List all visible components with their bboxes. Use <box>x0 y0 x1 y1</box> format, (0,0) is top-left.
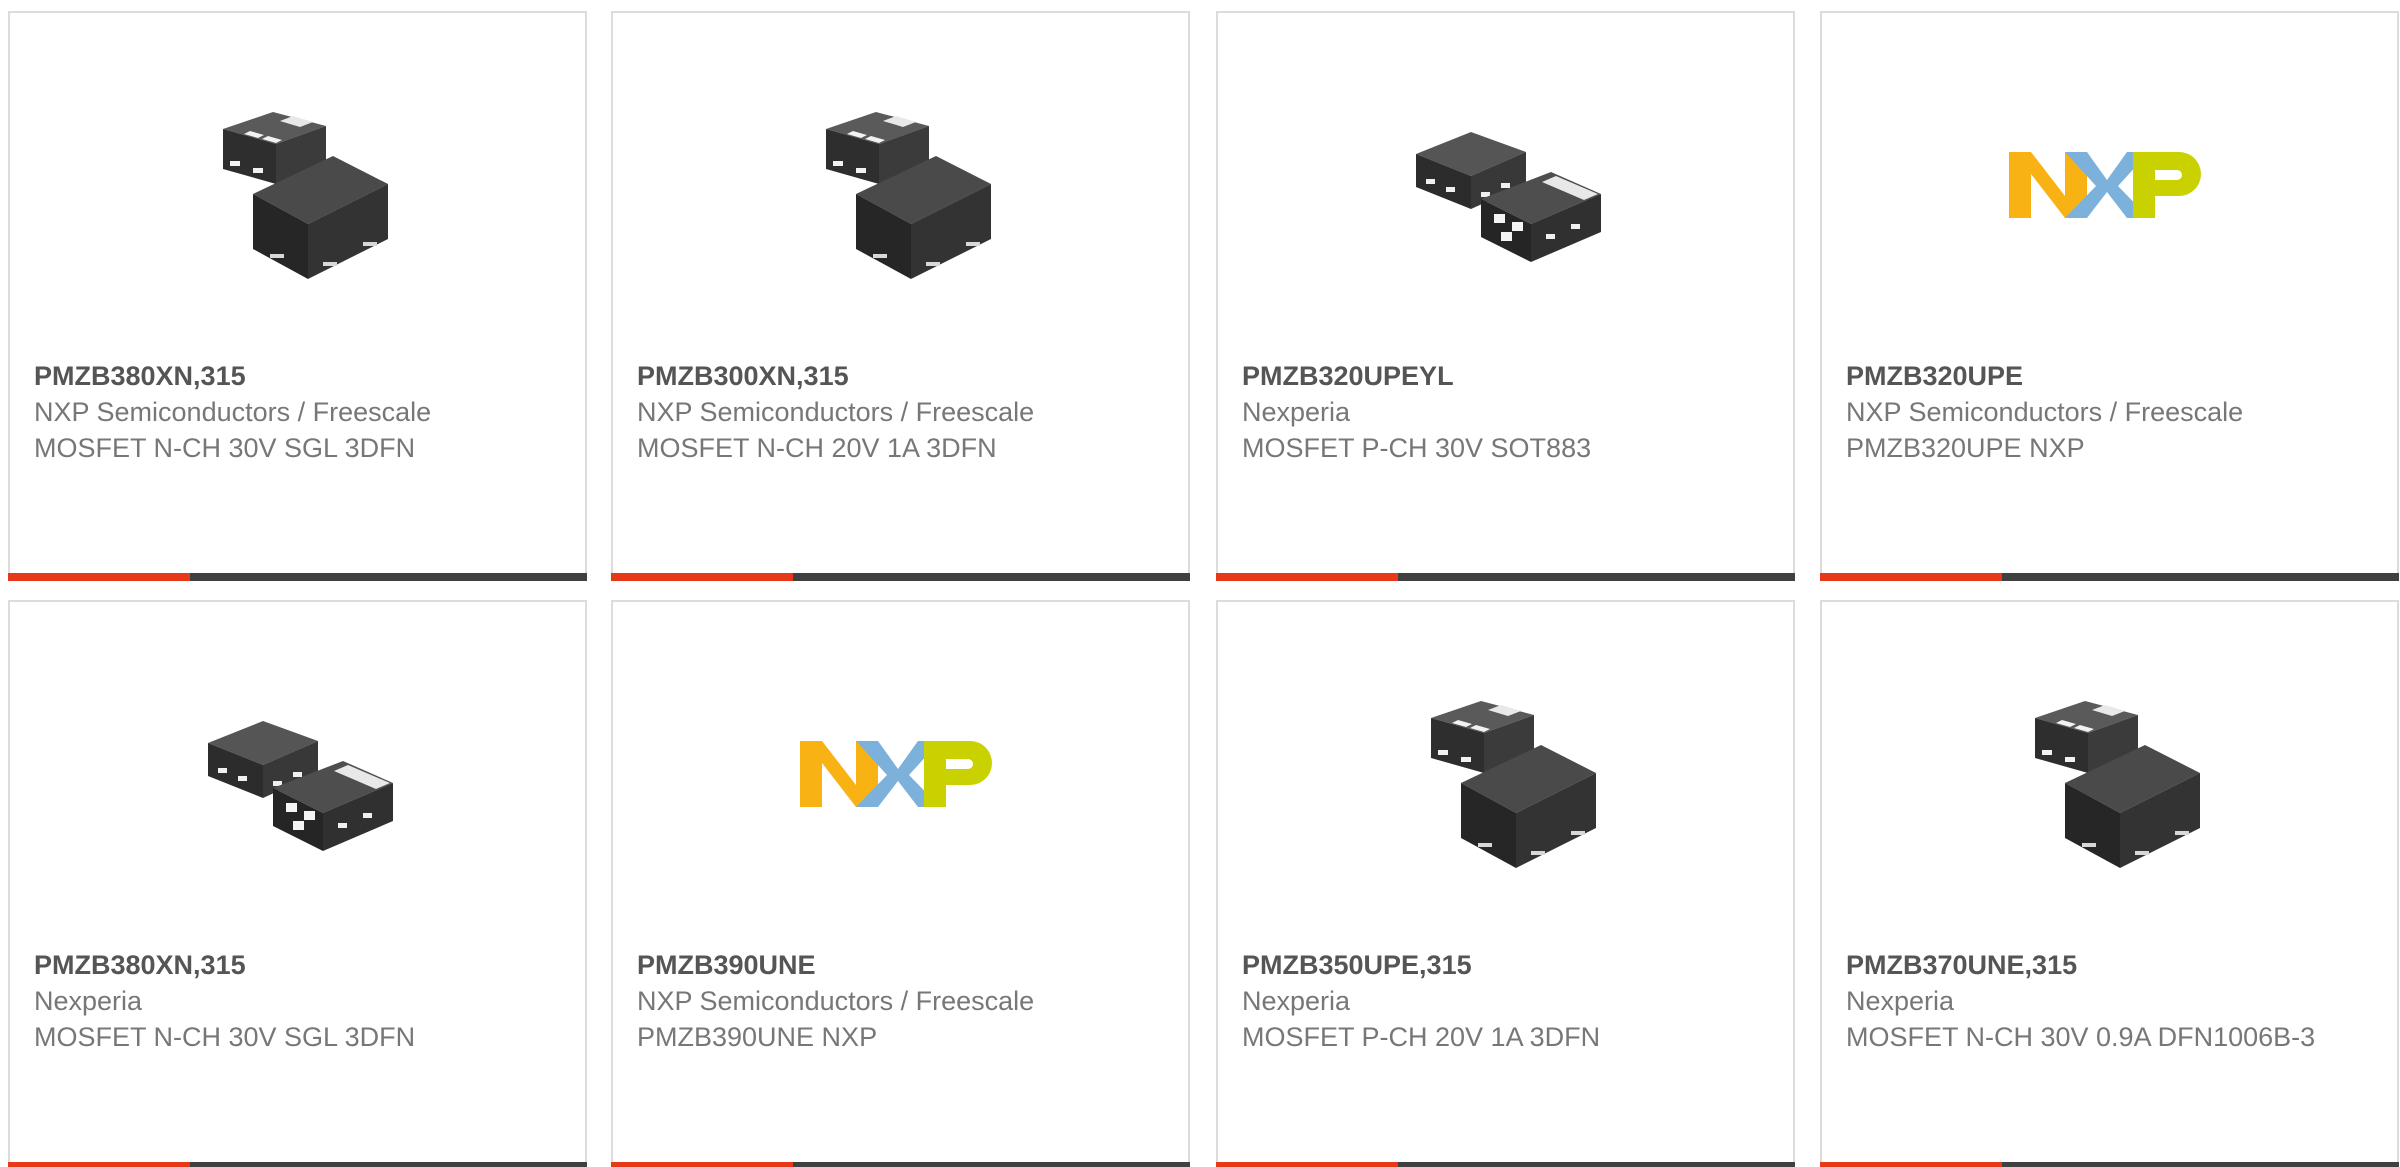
description: MOSFET P-CH 20V 1A 3DFN <box>1242 1022 1601 1052</box>
product-card[interactable]: PMZB380XN,315 Nexperia MOSFET N-CH 30V SGL… <box>8 600 587 1167</box>
description: PMZB320UPE NXP <box>1846 433 2085 463</box>
nxp-logo <box>2007 144 2213 224</box>
product-image[interactable] <box>10 670 585 876</box>
part-number[interactable]: PMZB300XN,315 <box>637 358 1164 394</box>
chip-package-icon <box>198 84 398 284</box>
product-grid: PMZB380XN,315 NXP Semiconductors / Freesc… <box>0 0 2400 1167</box>
product-card[interactable]: PMZB320UPE NXP Semiconductors / Freescale… <box>1820 11 2399 581</box>
card-accent-bar <box>1820 573 2003 581</box>
product-info: PMZB300XN,315 NXP Semiconductors / Freesc… <box>637 358 1164 466</box>
card-accent-bar <box>611 573 794 581</box>
product-image[interactable] <box>613 81 1188 287</box>
card-accent-bar <box>611 1162 794 1167</box>
nxp-logo <box>798 733 1004 813</box>
product-card[interactable]: PMZB390UNE NXP Semiconductors / Freescale… <box>611 600 1190 1167</box>
product-image[interactable] <box>1822 81 2397 287</box>
card-bottom-bar <box>611 573 1190 581</box>
card-accent-bar <box>1820 1162 2003 1167</box>
manufacturer: Nexperia <box>1242 397 1351 427</box>
product-card[interactable]: PMZB300XN,315 NXP Semiconductors / Freesc… <box>611 11 1190 581</box>
card-accent-bar <box>1216 573 1399 581</box>
description: PMZB390UNE NXP <box>637 1022 878 1052</box>
description: MOSFET N-CH 30V SGL 3DFN <box>34 1022 416 1052</box>
card-bottom-bar <box>1820 1162 2399 1167</box>
product-info: PMZB320UPEYL Nexperia MOSFET P-CH 30V SOT8… <box>1242 358 1769 466</box>
manufacturer: NXP Semiconductors / Freescale <box>637 397 1035 427</box>
product-image[interactable] <box>10 81 585 287</box>
product-info: PMZB390UNE NXP Semiconductors / Freescale… <box>637 947 1164 1055</box>
card-bottom-bar <box>1216 573 1795 581</box>
product-image[interactable] <box>1822 670 2397 876</box>
product-info: PMZB320UPE NXP Semiconductors / Freescale… <box>1846 358 2373 466</box>
part-number[interactable]: PMZB320UPE <box>1846 358 2373 394</box>
chip-package-icon <box>1406 673 1606 873</box>
chip-package-icon <box>2010 673 2210 873</box>
part-number[interactable]: PMZB370UNE,315 <box>1846 947 2373 983</box>
part-number[interactable]: PMZB380XN,315 <box>34 947 561 983</box>
manufacturer: NXP Semiconductors / Freescale <box>637 986 1035 1016</box>
card-bottom-bar <box>1216 1162 1795 1167</box>
chip-package-icon <box>1406 84 1606 284</box>
product-image[interactable] <box>1218 670 1793 876</box>
description: MOSFET N-CH 30V 0.9A DFN1006B-3 <box>1846 1022 2316 1052</box>
card-bottom-bar <box>1820 573 2399 581</box>
description: MOSFET N-CH 20V 1A 3DFN <box>637 433 997 463</box>
chip-package-icon <box>801 84 1001 284</box>
part-number[interactable]: PMZB320UPEYL <box>1242 358 1769 394</box>
product-card[interactable]: PMZB350UPE,315 Nexperia MOSFET P-CH 20V 1A… <box>1216 600 1795 1167</box>
product-card[interactable]: PMZB380XN,315 NXP Semiconductors / Freesc… <box>8 11 587 581</box>
card-accent-bar <box>8 1162 191 1167</box>
manufacturer: Nexperia <box>1846 986 1955 1016</box>
description: MOSFET N-CH 30V SGL 3DFN <box>34 433 416 463</box>
card-bottom-bar <box>611 1162 1190 1167</box>
product-info: PMZB380XN,315 NXP Semiconductors / Freesc… <box>34 358 561 466</box>
card-bottom-bar <box>8 573 587 581</box>
product-image[interactable] <box>1218 81 1793 287</box>
card-bottom-bar <box>8 1162 587 1167</box>
manufacturer: NXP Semiconductors / Freescale <box>34 397 432 427</box>
manufacturer: NXP Semiconductors / Freescale <box>1846 397 2244 427</box>
product-card[interactable]: PMZB370UNE,315 Nexperia MOSFET N-CH 30V 0.… <box>1820 600 2399 1167</box>
product-info: PMZB370UNE,315 Nexperia MOSFET N-CH 30V 0.… <box>1846 947 2373 1055</box>
card-accent-bar <box>1216 1162 1399 1167</box>
chip-package-icon <box>198 673 398 873</box>
manufacturer: Nexperia <box>34 986 143 1016</box>
part-number[interactable]: PMZB390UNE <box>637 947 1164 983</box>
product-image[interactable] <box>613 670 1188 876</box>
description: MOSFET P-CH 30V SOT883 <box>1242 433 1592 463</box>
product-card[interactable]: PMZB320UPEYL Nexperia MOSFET P-CH 30V SOT8… <box>1216 11 1795 581</box>
card-accent-bar <box>8 573 191 581</box>
part-number[interactable]: PMZB380XN,315 <box>34 358 561 394</box>
product-info: PMZB350UPE,315 Nexperia MOSFET P-CH 20V 1A… <box>1242 947 1769 1055</box>
product-info: PMZB380XN,315 Nexperia MOSFET N-CH 30V SGL… <box>34 947 561 1055</box>
manufacturer: Nexperia <box>1242 986 1351 1016</box>
part-number[interactable]: PMZB350UPE,315 <box>1242 947 1769 983</box>
